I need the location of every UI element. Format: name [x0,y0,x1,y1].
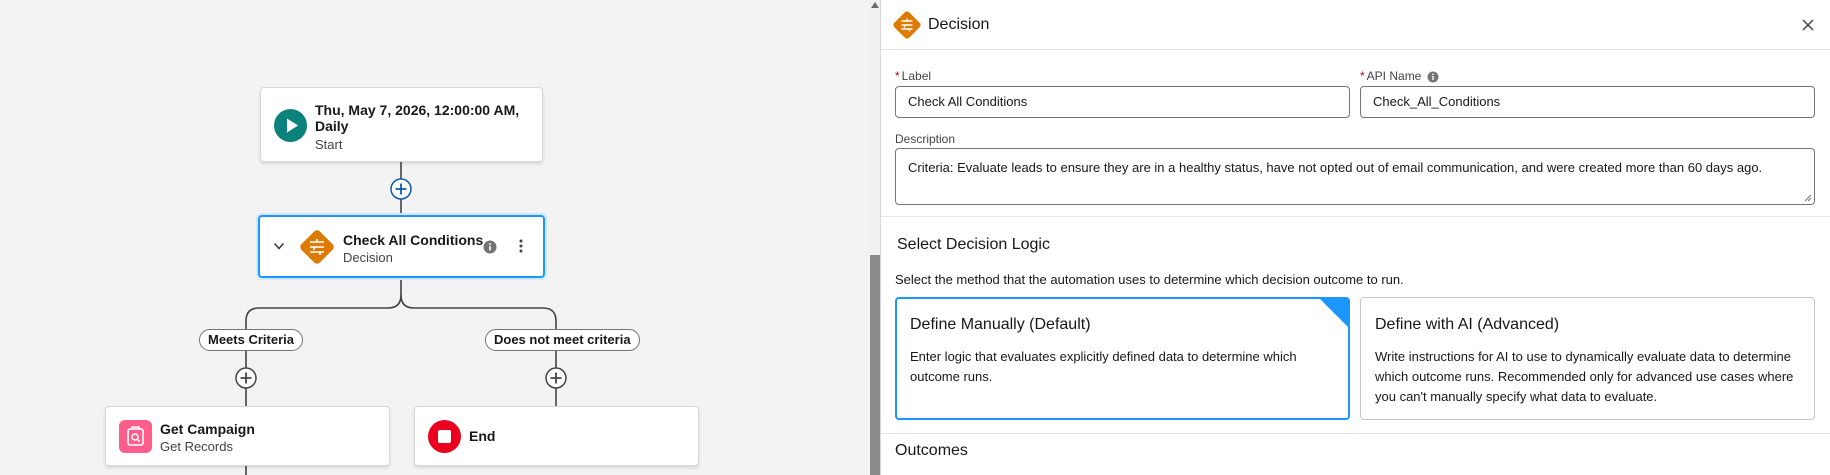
scrollbar-thumb[interactable] [870,255,880,475]
get-campaign-node[interactable]: Get Campaign Get Records [105,406,390,466]
decision-diamond-icon [893,11,921,39]
option-title: Define with AI (Advanced) [1375,316,1560,333]
description-field-label: Description [895,132,956,146]
required-mark: * [1360,69,1365,83]
option-define-with-ai[interactable]: Define with AI (Advanced) Write instruct… [1360,297,1815,420]
decision-node[interactable]: Check All Conditions Decision [258,215,545,278]
option-description: Enter logic that evaluates explicitly de… [910,349,1297,384]
more-vertical-icon[interactable] [513,238,529,254]
required-mark: * [895,69,900,83]
panel-header: Decision [881,0,1830,50]
stop-icon [428,420,461,453]
decision-node-type: Decision [343,250,393,265]
api-name-input[interactable]: Check_All_Conditions [1360,86,1815,118]
add-element-button-left[interactable] [235,367,257,389]
section-divider [881,433,1830,434]
section-divider [881,216,1830,217]
get-campaign-title: Get Campaign [160,421,255,437]
option-title: Define Manually (Default) [910,316,1091,333]
chevron-down-icon[interactable] [272,239,286,253]
play-icon [274,109,307,142]
close-icon[interactable] [1801,18,1815,32]
decision-diamond-icon [300,230,334,264]
properties-panel: Decision * Label Check All Conditions * AP… [880,0,1830,475]
label-input[interactable]: Check All Conditions [895,86,1350,118]
outcomes-heading: Outcomes [895,442,968,459]
api-name-field-label: * API Name [1360,69,1439,83]
branch-label-default[interactable]: Does not meet criteria [485,329,640,351]
description-textarea[interactable]: Criteria: Evaluate leads to ensure they … [895,148,1815,205]
branch-label-meets-criteria[interactable]: Meets Criteria [199,329,303,351]
end-node[interactable]: End [414,406,699,466]
info-icon[interactable] [1427,71,1439,83]
start-node-type: Start [315,137,343,152]
decision-logic-heading: Select Decision Logic [897,236,1050,253]
decision-logic-description: Select the method that the automation us… [895,272,1404,287]
add-element-button-right[interactable] [545,367,567,389]
flow-canvas[interactable]: Thu, May 7, 2026, 12:00:00 AM, Daily Sta… [0,0,870,475]
add-element-button[interactable] [390,178,412,200]
start-node[interactable]: Thu, May 7, 2026, 12:00:00 AM, Daily Sta… [260,87,543,162]
scroll-up-arrow-icon[interactable] [871,2,879,8]
selected-indicator [1320,299,1348,327]
api-name-text: API Name [1366,69,1422,83]
panel-title: Decision [928,16,990,33]
option-description: Write instructions for AI to use to dyna… [1375,349,1794,404]
label-text: Label [901,69,932,83]
description-text: Criteria: Evaluate leads to ensure they … [908,160,1763,175]
end-node-title: End [469,428,496,444]
resize-grip-icon[interactable] [1804,194,1812,202]
canvas-scrollbar[interactable] [870,0,880,475]
get-campaign-type: Get Records [160,439,233,454]
label-field-label: * Label [895,69,931,83]
option-define-manually[interactable]: Define Manually (Default) Enter logic th… [895,297,1350,420]
info-icon[interactable] [483,240,497,254]
start-node-title: Thu, May 7, 2026, 12:00:00 AM, Daily [315,102,520,134]
get-records-icon [119,420,152,453]
decision-node-title: Check All Conditions [343,232,484,248]
